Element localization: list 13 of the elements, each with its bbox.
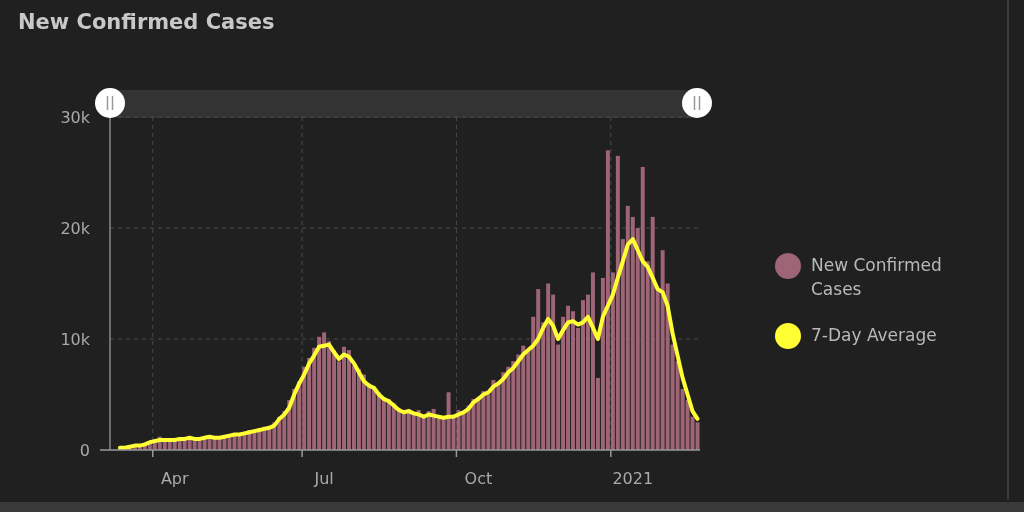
x-tick-label: 2021 (612, 469, 654, 488)
x-tick-label: Oct (464, 469, 493, 488)
chart-title: New Confirmed Cases (17, 9, 276, 36)
legend-label: New Confirmed Cases (811, 254, 943, 301)
x-tick-label: Apr (160, 469, 189, 488)
y-tick-label: 20k (60, 218, 90, 238)
y-tick-label: 10k (60, 329, 90, 349)
range-handle[interactable] (682, 88, 712, 118)
range-handle[interactable] (95, 88, 125, 118)
y-tick-label: 0 (79, 440, 90, 460)
legend-label: 7-Day Average (811, 324, 938, 347)
y-tick-label: 30k (60, 107, 90, 127)
x-tick-label: Jul (314, 469, 334, 488)
